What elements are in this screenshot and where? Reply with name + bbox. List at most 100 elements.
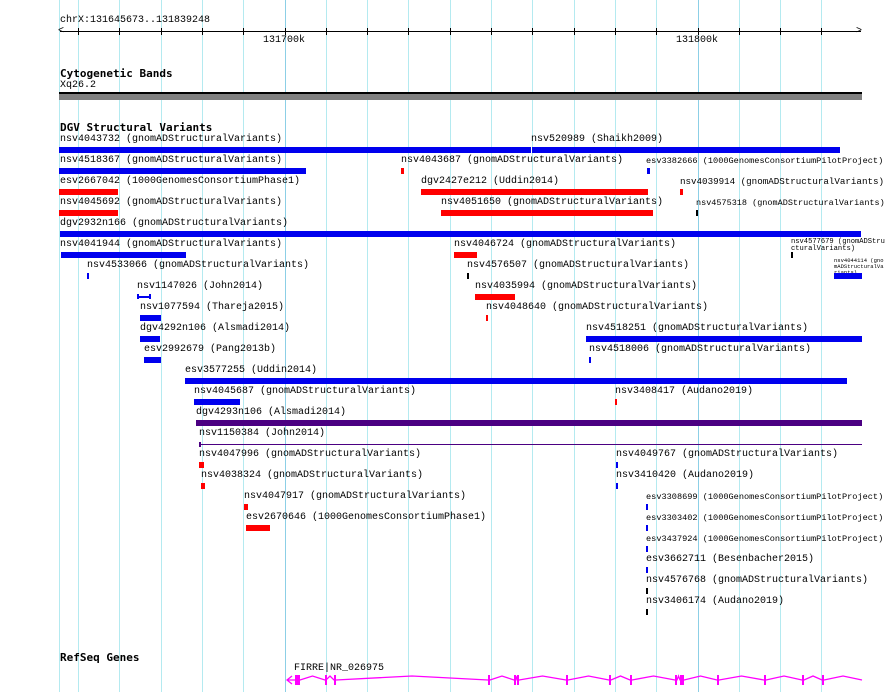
feature-bar[interactable] xyxy=(616,462,618,468)
feature-label[interactable]: esv2670646 (1000GenomesConsortiumPhase1) xyxy=(246,512,486,524)
feature-label[interactable]: nsv4051650 (gnomADStructuralVariants) xyxy=(441,197,663,209)
feature-label[interactable]: esv2667042 (1000GenomesConsortiumPhase1) xyxy=(60,176,300,188)
feature-bar[interactable] xyxy=(185,378,847,384)
feature-bar[interactable] xyxy=(834,273,862,279)
feature-bar[interactable] xyxy=(696,210,698,216)
ruler-tick xyxy=(450,28,451,35)
feature-bar[interactable] xyxy=(646,609,648,615)
feature-bar[interactable] xyxy=(646,567,648,573)
feature-label[interactable]: nsv4576768 (gnomADStructuralVariants) xyxy=(646,575,868,587)
feature-label[interactable]: esv3437924 (1000GenomesConsortiumPilotPr… xyxy=(646,533,883,545)
refseq-track-title[interactable]: RefSeq Genes xyxy=(60,651,139,664)
feature-bar[interactable] xyxy=(144,357,161,363)
feature-label[interactable]: nsv4047917 (gnomADStructuralVariants) xyxy=(244,491,466,503)
feature-bar[interactable] xyxy=(646,546,648,552)
cytoband-track-title[interactable]: Cytogenetic Bands xyxy=(60,67,173,80)
feature-bar[interactable] xyxy=(140,336,160,342)
feature-bar[interactable] xyxy=(646,504,648,510)
feature-label[interactable]: nsv4518251 (gnomADStructuralVariants) xyxy=(586,323,808,335)
feature-bar[interactable] xyxy=(199,444,862,445)
gene-firre[interactable] xyxy=(0,670,888,690)
ruler-tick xyxy=(367,28,368,35)
feature-label[interactable]: nsv4518006 (gnomADStructuralVariants) xyxy=(589,344,811,356)
feature-label[interactable]: nsv4038324 (gnomADStructuralVariants) xyxy=(201,470,423,482)
feature-bar[interactable] xyxy=(401,168,404,174)
feature-label[interactable]: nsv4045687 (gnomADStructuralVariants) xyxy=(194,386,416,398)
feature-bar[interactable] xyxy=(421,189,648,195)
feature-label[interactable]: nsv4043687 (gnomADStructuralVariants) xyxy=(401,155,623,167)
scroll-right-arrow-icon[interactable]: > xyxy=(856,26,862,38)
feature-label[interactable]: nsv4577679 (gnomADStructuralVariants) xyxy=(791,238,886,253)
feature-bar[interactable] xyxy=(454,252,477,258)
feature-bar[interactable] xyxy=(59,210,118,216)
feature-bar[interactable] xyxy=(486,315,488,321)
feature-label[interactable]: dgv4293n106 (Alsmadi2014) xyxy=(196,407,346,419)
feature-label[interactable]: nsv1147026 (John2014) xyxy=(137,281,263,293)
feature-bar[interactable] xyxy=(59,189,118,195)
ruler-tick xyxy=(698,28,699,35)
feature-bar[interactable] xyxy=(441,210,653,216)
feature-label[interactable]: dgv4292n106 (Alsmadi2014) xyxy=(140,323,290,335)
feature-bar[interactable] xyxy=(615,399,617,405)
feature-label[interactable]: nsv4039914 (gnomADStructuralVariants) xyxy=(680,176,884,188)
feature-label[interactable]: nsv4518367 (gnomADStructuralVariants) xyxy=(60,155,282,167)
feature-label[interactable]: nsv4045692 (gnomADStructuralVariants) xyxy=(60,197,282,209)
feature-label[interactable]: nsv4048640 (gnomADStructuralVariants) xyxy=(486,302,708,314)
feature-bar[interactable] xyxy=(137,294,151,299)
feature-label[interactable]: nsv4576507 (gnomADStructuralVariants) xyxy=(467,260,689,272)
grid-line xyxy=(574,0,575,692)
feature-label[interactable]: esv3308699 (1000GenomesConsortiumPilotPr… xyxy=(646,491,883,503)
feature-label[interactable]: esv3577255 (Uddin2014) xyxy=(185,365,317,377)
feature-bar[interactable] xyxy=(196,420,862,426)
feature-bar[interactable] xyxy=(244,504,248,510)
feature-bar[interactable] xyxy=(616,483,618,489)
feature-label[interactable]: nsv4533066 (gnomADStructuralVariants) xyxy=(87,260,309,272)
feature-bar[interactable] xyxy=(791,252,793,258)
feature-bar[interactable] xyxy=(646,525,648,531)
feature-bar[interactable] xyxy=(647,168,650,174)
feature-label[interactable]: nsv4043732 (gnomADStructuralVariants) xyxy=(60,134,282,146)
feature-label[interactable]: nsv3408417 (Audano2019) xyxy=(615,386,753,398)
feature-label[interactable]: esv3303402 (1000GenomesConsortiumPilotPr… xyxy=(646,512,883,524)
scroll-left-arrow-icon[interactable]: < xyxy=(58,26,64,38)
feature-bar[interactable] xyxy=(532,147,840,153)
feature-bar[interactable] xyxy=(61,252,186,258)
cytoband-bar[interactable] xyxy=(59,92,862,100)
feature-bar[interactable] xyxy=(59,147,531,153)
feature-bar[interactable] xyxy=(246,525,270,531)
feature-bar[interactable] xyxy=(194,399,240,405)
feature-label[interactable]: nsv4049767 (gnomADStructuralVariants) xyxy=(616,449,838,461)
feature-label[interactable]: nsv3410420 (Audano2019) xyxy=(616,470,754,482)
feature-label[interactable]: nsv4035994 (gnomADStructuralVariants) xyxy=(475,281,697,293)
feature-bar[interactable] xyxy=(586,336,862,342)
feature-label[interactable]: dgv2932n166 (gnomADStructuralVariants) xyxy=(60,218,288,230)
dgv-track-title[interactable]: DGV Structural Variants xyxy=(60,121,212,134)
feature-bar[interactable] xyxy=(199,462,204,468)
ruler-axis[interactable] xyxy=(60,31,861,32)
gene-exon xyxy=(822,675,824,685)
feature-bar[interactable] xyxy=(59,168,306,174)
feature-bar[interactable] xyxy=(646,588,648,594)
feature-label[interactable]: dgv2427e212 (Uddin2014) xyxy=(421,176,559,188)
feature-label[interactable]: esv2992679 (Pang2013b) xyxy=(144,344,276,356)
feature-bar[interactable] xyxy=(87,273,89,279)
feature-bar[interactable] xyxy=(60,231,861,237)
feature-label[interactable]: nsv4041944 (gnomADStructuralVariants) xyxy=(60,239,282,251)
feature-bar[interactable] xyxy=(140,315,161,321)
feature-label[interactable]: nsv1150384 (John2014) xyxy=(199,428,325,440)
feature-bar[interactable] xyxy=(589,357,591,363)
feature-label[interactable]: nsv4575318 (gnomADStructuralVariants) xyxy=(696,197,885,209)
feature-bar[interactable] xyxy=(475,294,515,300)
grid-line xyxy=(532,0,533,692)
gene-exon xyxy=(488,675,490,685)
feature-label[interactable]: nsv1077594 (Thareja2015) xyxy=(140,302,284,314)
feature-bar[interactable] xyxy=(680,189,683,195)
feature-label[interactable]: esv3382666 (1000GenomesConsortiumPilotPr… xyxy=(646,155,883,167)
feature-label[interactable]: nsv520989 (Shaikh2009) xyxy=(531,134,663,146)
feature-label[interactable]: esv3662711 (Besenbacher2015) xyxy=(646,554,814,566)
feature-label[interactable]: nsv4046724 (gnomADStructuralVariants) xyxy=(454,239,676,251)
feature-bar[interactable] xyxy=(201,483,205,489)
feature-label[interactable]: nsv4047996 (gnomADStructuralVariants) xyxy=(199,449,421,461)
feature-bar[interactable] xyxy=(467,273,469,279)
feature-label[interactable]: nsv3406174 (Audano2019) xyxy=(646,596,784,608)
